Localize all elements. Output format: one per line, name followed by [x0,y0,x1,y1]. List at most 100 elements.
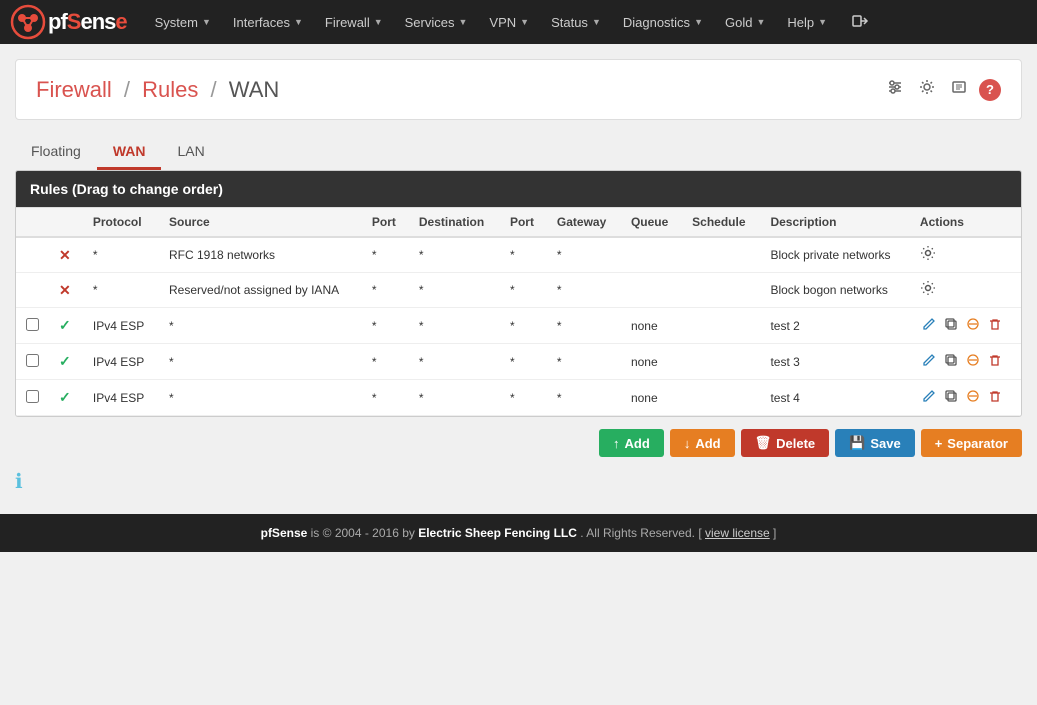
source-cell: Reserved/not assigned by IANA [159,273,362,308]
source-cell: * [159,380,362,416]
col-schedule: Schedule [682,208,760,238]
nav-firewall[interactable]: Firewall ▼ [315,9,393,36]
schedule-cell [682,308,760,344]
nav-system[interactable]: System ▼ [145,9,221,36]
breadcrumb-firewall[interactable]: Firewall [36,77,112,102]
col-port-src: Port [362,208,409,238]
footer-license-link[interactable]: view license [705,526,770,540]
disable-button[interactable] [964,351,982,372]
port-src-cell: * [362,308,409,344]
sliders-icon[interactable] [883,75,907,104]
disabled-icon[interactable]: ✕ [59,247,71,263]
rules-table: Protocol Source Port Destination Port Ga… [16,207,1021,416]
row-checkbox[interactable] [26,390,39,403]
port-src-cell: * [362,344,409,380]
col-check [16,208,49,238]
table-row: ✓IPv4 ESP*****nonetest 3 [16,344,1021,380]
nav-services[interactable]: Services ▼ [395,9,478,36]
actions-cell [910,273,1021,308]
gear-icon[interactable] [915,75,939,104]
enabled-icon[interactable]: ✓ [59,389,71,405]
nav-help[interactable]: Help ▼ [777,9,837,36]
disabled-icon[interactable]: ✕ [59,282,71,298]
logout-button[interactable] [843,6,877,39]
brand-name: pfSense [48,9,127,35]
edit-button[interactable] [920,387,938,408]
tab-wan[interactable]: WAN [97,135,162,170]
table-header: Rules (Drag to change order) [16,171,1021,207]
queue-cell: none [621,344,682,380]
port-dst-cell: * [500,344,547,380]
edit-button[interactable] [920,351,938,372]
tab-lan[interactable]: LAN [161,135,220,170]
brand-logo[interactable]: pfSense [10,4,127,40]
nav-vpn[interactable]: VPN ▼ [479,9,539,36]
delete-button[interactable]: 🗑 Delete [741,429,830,457]
nav-gold-caret: ▼ [756,17,765,27]
nav-interfaces[interactable]: Interfaces ▼ [223,9,313,36]
destination-cell: * [409,237,500,273]
tab-floating[interactable]: Floating [15,135,97,170]
gear-action-icon[interactable] [920,248,936,265]
nav-menu: System ▼ Interfaces ▼ Firewall ▼ Service… [145,6,877,39]
col-protocol: Protocol [83,208,159,238]
description-cell: test 4 [760,380,909,416]
protocol-cell: IPv4 ESP [83,380,159,416]
separator-button[interactable]: + Separator [921,429,1022,457]
copy-button[interactable] [942,315,960,336]
delete-icon: 🗑 [755,435,772,451]
nav-status-caret: ▼ [592,17,601,27]
nav-vpn-caret: ▼ [520,17,529,27]
copy-button[interactable] [942,351,960,372]
source-cell: * [159,344,362,380]
help-icon[interactable]: ? [979,79,1001,101]
protocol-cell: IPv4 ESP [83,344,159,380]
nav-help-caret: ▼ [818,17,827,27]
port-dst-cell: * [500,380,547,416]
actions-cell [910,237,1021,273]
edit-button[interactable] [920,315,938,336]
nav-diagnostics[interactable]: Diagnostics ▼ [613,9,713,36]
description-cell: Block private networks [760,237,909,273]
info-icon[interactable]: ℹ [15,471,23,493]
copy-button[interactable] [942,387,960,408]
queue-cell: none [621,308,682,344]
add-top-button[interactable]: ↑ Add [599,429,664,457]
port-src-cell: * [362,380,409,416]
list-icon[interactable] [947,75,971,104]
port-src-cell: * [362,237,409,273]
gear-action-icon[interactable] [920,283,936,300]
header-icons: ? [883,75,1001,104]
source-cell: RFC 1918 networks [159,237,362,273]
add-bottom-button[interactable]: ↓ Add [670,429,735,457]
breadcrumb-rules[interactable]: Rules [142,77,198,102]
col-state [49,208,83,238]
disable-button[interactable] [964,315,982,336]
save-button[interactable]: 💾 Save [835,429,915,457]
col-destination: Destination [409,208,500,238]
breadcrumb-sep2: / [211,77,217,102]
separator-icon: + [935,436,943,451]
add-top-icon: ↑ [613,436,620,451]
row-checkbox[interactable] [26,354,39,367]
enabled-icon[interactable]: ✓ [59,317,71,333]
row-checkbox[interactable] [26,318,39,331]
nav-gold[interactable]: Gold ▼ [715,9,775,36]
enabled-icon[interactable]: ✓ [59,353,71,369]
disable-button[interactable] [964,387,982,408]
nav-firewall-caret: ▼ [374,17,383,27]
nav-status[interactable]: Status ▼ [541,9,611,36]
page-header: Firewall / Rules / WAN [15,59,1022,120]
gateway-cell: * [547,380,621,416]
col-source: Source [159,208,362,238]
destination-cell: * [409,344,500,380]
delete-row-button[interactable] [986,351,1004,372]
table-row: ✕*Reserved/not assigned by IANA****Block… [16,273,1021,308]
actions-cell [910,308,1021,344]
delete-row-button[interactable] [986,387,1004,408]
destination-cell: * [409,273,500,308]
delete-row-button[interactable] [986,315,1004,336]
col-queue: Queue [621,208,682,238]
main-content: Floating WAN LAN Rules (Drag to change o… [15,135,1022,494]
footer: pfSense is © 2004 - 2016 by Electric She… [0,514,1037,552]
